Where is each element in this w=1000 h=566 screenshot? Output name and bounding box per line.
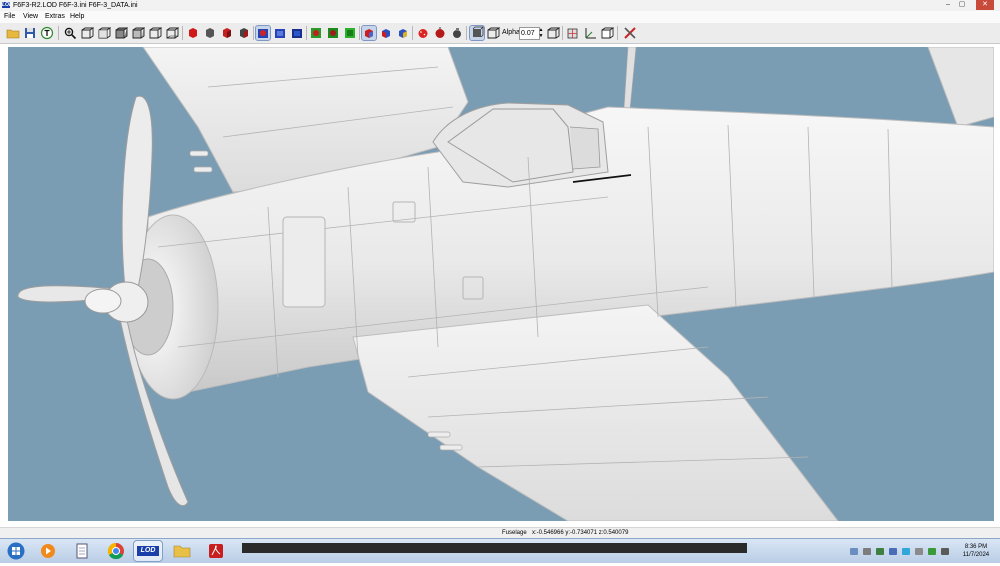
title-bar: LOD F6F3-R2.LOD F6F-3.ini F6F-3_DATA.ini…: [0, 0, 1000, 11]
toolbar-separator: [617, 26, 618, 40]
app-logo-icon: LOD: [2, 2, 13, 8]
texture-green-icon[interactable]: [326, 26, 340, 40]
bomb-red-icon[interactable]: [416, 26, 430, 40]
maximize-button[interactable]: ▢: [956, 0, 968, 10]
tray-volume-icon[interactable]: [941, 548, 949, 555]
toolbar-separator: [562, 26, 563, 40]
cube-outline-icon[interactable]: [546, 26, 560, 40]
aircraft-model-render: [17, 47, 994, 521]
grenade-icon[interactable]: [450, 26, 464, 40]
cube-view-back-icon[interactable]: [131, 26, 145, 40]
toolbar-separator: [253, 26, 254, 40]
acrobat-icon[interactable]: [202, 541, 230, 561]
toolbar-separator: [306, 26, 307, 40]
save-floppy-icon[interactable]: [23, 26, 37, 40]
start-button[interactable]: [2, 541, 30, 561]
tray-network-icon[interactable]: [850, 548, 858, 555]
taskbar-window-preview: [242, 543, 747, 553]
lod-viewer-taskbar-button[interactable]: LOD: [133, 540, 163, 562]
menu-bar: File View Extras Help: [0, 11, 1000, 23]
red-solid-icon[interactable]: [186, 26, 200, 40]
chrome-icon[interactable]: [102, 541, 130, 561]
toolbar-separator: [466, 26, 467, 40]
taskbar-clock[interactable]: 8:36 PM 11/7/2024: [954, 543, 998, 559]
tray-security-icon[interactable]: [928, 548, 936, 555]
menu-file[interactable]: File: [4, 11, 15, 23]
cube-view-side-icon[interactable]: [97, 26, 111, 40]
close-button[interactable]: ✕: [976, 0, 994, 10]
toolbar-separator: [359, 26, 360, 40]
grey-solid-icon[interactable]: [203, 26, 217, 40]
paint-red-icon[interactable]: [255, 25, 271, 41]
cube-view-front-icon[interactable]: [80, 26, 94, 40]
light-mixed-icon[interactable]: [396, 26, 410, 40]
menu-help[interactable]: Help: [70, 11, 84, 23]
tray-battery-icon[interactable]: [915, 548, 923, 555]
axis-icon[interactable]: [583, 26, 597, 40]
zoom-icon[interactable]: [63, 26, 77, 40]
toolbar-separator: [182, 26, 183, 40]
taskbar: LOD 8:36 PM 11/7/2024: [0, 538, 1000, 563]
red-shaded-icon[interactable]: [220, 26, 234, 40]
tray-nvidia-icon[interactable]: [876, 548, 884, 555]
alpha-spinner-icon[interactable]: ▲ ▼: [538, 27, 544, 39]
toolbar-separator: [58, 26, 59, 40]
menu-view[interactable]: View: [23, 11, 38, 23]
dark-red-shaded-icon[interactable]: [237, 26, 251, 40]
cube-view-wire-icon[interactable]: [148, 26, 162, 40]
menu-extras[interactable]: Extras: [45, 11, 65, 23]
texture-solid-green-icon[interactable]: [343, 26, 357, 40]
minimize-button[interactable]: –: [942, 0, 954, 10]
file-explorer-icon[interactable]: [168, 541, 196, 561]
texture-green-red-icon[interactable]: [309, 26, 323, 40]
cube-view-iso-icon[interactable]: [165, 26, 179, 40]
paint-blue-icon[interactable]: [273, 26, 287, 40]
alpha-wire-icon[interactable]: [486, 26, 500, 40]
clock-date: 11/7/2024: [962, 552, 990, 558]
bomb-dark-icon[interactable]: [433, 26, 447, 40]
open-folder-icon[interactable]: [6, 26, 20, 40]
toolbar-separator: [412, 26, 413, 40]
tray-keyboard-icon[interactable]: [863, 548, 871, 555]
box-outline-icon[interactable]: [600, 26, 614, 40]
alpha-box-icon[interactable]: [469, 25, 485, 41]
toolbar: Alpha: 0.07 ▲ ▼: [0, 23, 1000, 44]
window-title: F6F3-R2.LOD F6F-3.ini F6F-3_DATA.ini: [13, 2, 138, 9]
text-tool-icon[interactable]: [40, 26, 54, 40]
media-player-icon[interactable]: [34, 541, 62, 561]
lod-logo-icon: LOD: [137, 546, 159, 556]
document-icon[interactable]: [68, 541, 96, 561]
tray-skype-icon[interactable]: [902, 548, 910, 555]
paint-navy-icon[interactable]: [290, 26, 304, 40]
light-blue-red-icon[interactable]: [379, 26, 393, 40]
cube-view-top-icon[interactable]: [114, 26, 128, 40]
tray-app-icon[interactable]: [889, 548, 897, 555]
grid-box-icon[interactable]: [566, 26, 580, 40]
alpha-input[interactable]: 0.07: [519, 27, 540, 40]
tools-icon[interactable]: [623, 26, 637, 40]
light-red-icon[interactable]: [361, 25, 377, 41]
3d-viewport[interactable]: [8, 47, 994, 521]
clock-time: 8:36 PM: [964, 544, 988, 550]
